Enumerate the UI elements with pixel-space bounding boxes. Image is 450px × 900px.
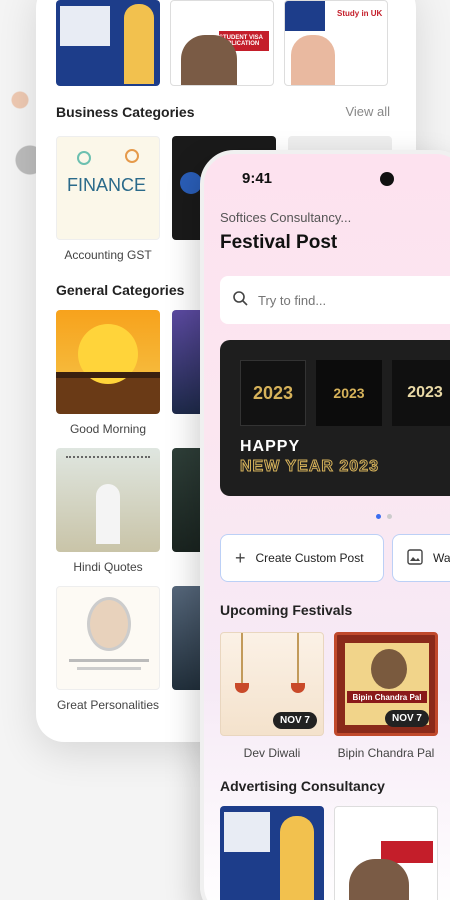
second-action-button[interactable]: Wa [392, 534, 450, 582]
page-title: Festival Post [220, 232, 338, 253]
category-label: Good Morning [69, 422, 147, 436]
top-template-row: STUDENT VISA APPLICATION Study in UK [56, 0, 388, 86]
view-all-link[interactable]: View all [345, 104, 390, 120]
carousel-dot-active[interactable] [376, 514, 381, 519]
company-subtitle[interactable]: Softices Consultancy... [220, 210, 351, 225]
business-categories-header: Business Categories View all [56, 104, 390, 120]
advertising-row [220, 806, 438, 900]
bipin-chandra-pal-thumb: Bipin Chandra Pal NOV 7 [334, 632, 438, 736]
ad-thumb-education[interactable] [220, 806, 324, 900]
second-action-label: Wa [433, 551, 450, 565]
festival-name: Bipin Chandra Pal [337, 746, 435, 760]
status-time: 9:41 [242, 170, 273, 187]
search-bar[interactable] [220, 276, 450, 324]
banner-happy-text: HAPPY [240, 438, 301, 455]
personality-name-plate: Bipin Chandra Pal [347, 691, 427, 703]
category-card[interactable]: Great Personalities [56, 586, 160, 712]
search-input[interactable] [258, 292, 438, 308]
template-thumb-student-visa[interactable]: STUDENT VISA APPLICATION [170, 0, 274, 86]
upcoming-festivals-title: Upcoming Festivals [220, 602, 353, 618]
banner-tile-1: 2023 [240, 360, 306, 426]
new-year-banner[interactable]: 2023 2023 2023 HAPPY NEW YEAR 2023 [220, 340, 450, 496]
category-card[interactable]: Good Morning [56, 310, 160, 436]
camera-hole [380, 172, 394, 186]
carousel-dots [376, 514, 392, 519]
carousel-dot[interactable] [387, 514, 392, 519]
search-icon [232, 290, 248, 311]
finance-word: FINANCE [67, 175, 147, 195]
category-card[interactable]: FINANCE Accounting GST [56, 136, 160, 262]
banner-new-year-text: NEW YEAR 2023 [240, 458, 379, 476]
category-card[interactable]: Hindi Quotes [56, 448, 160, 574]
general-categories-title: General Categories [56, 282, 185, 298]
image-icon [407, 548, 423, 568]
festival-card[interactable]: Bipin Chandra Pal NOV 7 Bipin Chandra Pa… [334, 632, 438, 760]
good-morning-thumb [56, 310, 160, 414]
banner-tile-2: 2023 [316, 360, 382, 426]
front-phone-screen: 9:41 Softices Consultancy... Festival Po… [200, 150, 450, 900]
banner-tile-3: 2023 [392, 360, 450, 426]
finance-thumb: FINANCE [56, 136, 160, 240]
advertising-consultancy-title: Advertising Consultancy [220, 778, 385, 794]
create-custom-post-label: Create Custom Post [255, 551, 364, 565]
great-personalities-thumb [56, 586, 160, 690]
category-label: Hindi Quotes [73, 560, 143, 574]
create-custom-post-button[interactable]: + Create Custom Post [220, 534, 384, 582]
dev-diwali-thumb: NOV 7 [220, 632, 324, 736]
uk-text: Study in UK [337, 9, 383, 18]
plus-icon: + [235, 547, 246, 568]
template-thumb-education[interactable] [56, 0, 160, 86]
hindi-quotes-thumb [56, 448, 160, 552]
festival-date-badge: NOV 7 [384, 710, 429, 727]
festival-name: Dev Diwali [243, 746, 301, 760]
category-label: Great Personalities [56, 698, 160, 712]
ad-thumb-student-visa[interactable] [334, 806, 438, 900]
business-categories-title: Business Categories [56, 104, 195, 120]
category-label: Accounting GST [64, 248, 152, 262]
template-thumb-study-uk[interactable]: Study in UK [284, 0, 388, 86]
festival-date-badge: NOV 7 [272, 712, 317, 729]
festival-card[interactable]: NOV 7 Dev Diwali [220, 632, 324, 760]
